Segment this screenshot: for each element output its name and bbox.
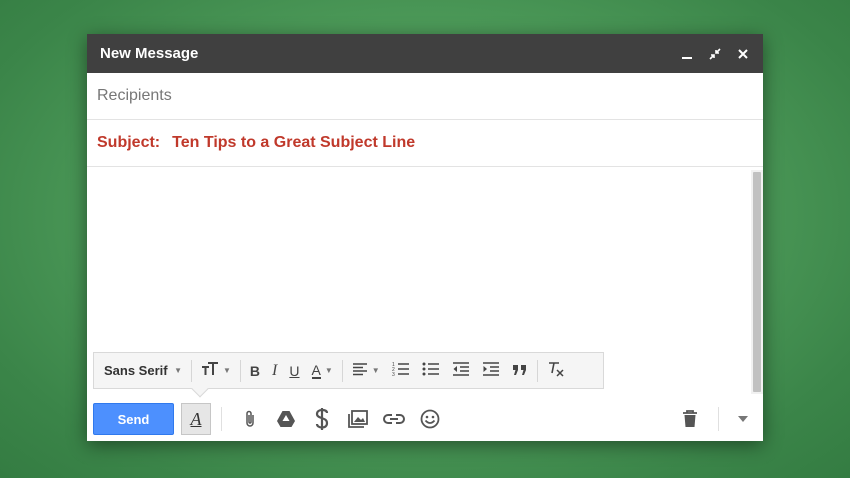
indent-more-icon bbox=[482, 362, 500, 379]
toolbar-divider bbox=[536, 359, 538, 382]
chevron-down-icon: ▼ bbox=[223, 366, 231, 375]
drive-icon[interactable] bbox=[268, 403, 304, 435]
align-left-icon bbox=[352, 362, 368, 379]
indent-less-button[interactable] bbox=[446, 358, 476, 384]
recipients-field[interactable]: Recipients bbox=[87, 73, 763, 120]
scrollbar-thumb[interactable] bbox=[753, 172, 761, 392]
underline-button[interactable]: U bbox=[283, 358, 305, 384]
toolbar-divider bbox=[239, 359, 241, 382]
compose-title: New Message bbox=[100, 45, 199, 62]
indent-less-icon bbox=[452, 362, 470, 379]
more-options-icon[interactable] bbox=[729, 403, 757, 435]
bold-button[interactable]: B bbox=[244, 358, 266, 384]
subject-value[interactable]: Ten Tips to a Great Subject Line bbox=[172, 134, 415, 152]
subject-field[interactable]: Subject: Ten Tips to a Great Subject Lin… bbox=[87, 120, 763, 167]
quote-icon bbox=[512, 363, 528, 379]
link-icon[interactable] bbox=[376, 403, 412, 435]
window-controls bbox=[680, 47, 750, 61]
chevron-down-icon: ▼ bbox=[174, 366, 182, 375]
attach-icon[interactable] bbox=[232, 403, 268, 435]
numbered-list-icon: 123 bbox=[392, 361, 410, 380]
clear-formatting-icon bbox=[547, 361, 565, 380]
formatting-toolbar: Sans Serif ▼ ▼ B I U A ▼ ▼ 1 2 3 bbox=[93, 352, 604, 398]
chevron-down-icon: ▼ bbox=[324, 366, 333, 375]
subject-label: Subject: bbox=[97, 134, 161, 151]
font-size-button[interactable]: ▼ bbox=[195, 358, 237, 384]
chevron-down-icon: ▼ bbox=[371, 366, 380, 375]
font-family-select[interactable]: Sans Serif ▼ bbox=[98, 358, 188, 384]
toolbar-divider bbox=[191, 359, 192, 382]
text-color-button[interactable]: A ▼ bbox=[306, 358, 339, 384]
compose-titlebar[interactable]: New Message bbox=[87, 34, 763, 73]
underline-label: U bbox=[289, 362, 300, 379]
compose-window: New Message Recipients Subject: Ten Tips… bbox=[87, 34, 763, 441]
action-divider bbox=[221, 407, 222, 431]
pop-out-icon[interactable] bbox=[708, 47, 722, 61]
align-button[interactable]: ▼ bbox=[346, 358, 386, 384]
close-icon[interactable] bbox=[736, 47, 750, 61]
remove-formatting-button[interactable] bbox=[541, 358, 571, 384]
bulleted-list-button[interactable] bbox=[416, 358, 446, 384]
bold-label: B bbox=[249, 362, 261, 379]
formatting-options-toggle[interactable]: A bbox=[181, 403, 211, 435]
indent-more-button[interactable] bbox=[476, 358, 506, 384]
send-button[interactable]: Send bbox=[93, 403, 174, 435]
italic-label: I bbox=[272, 361, 278, 379]
italic-button[interactable]: I bbox=[266, 358, 283, 384]
quote-button[interactable] bbox=[506, 358, 534, 384]
action-divider bbox=[718, 407, 719, 431]
font-family-value: Sans Serif bbox=[104, 363, 168, 378]
numbered-list-button[interactable]: 123 bbox=[386, 358, 416, 384]
bulleted-list-icon bbox=[422, 361, 440, 380]
compose-action-bar: Send A bbox=[87, 397, 763, 441]
trash-icon[interactable] bbox=[672, 403, 708, 435]
emoji-icon[interactable] bbox=[412, 403, 448, 435]
money-icon[interactable] bbox=[304, 403, 340, 435]
photo-icon[interactable] bbox=[340, 403, 376, 435]
svg-text:3: 3 bbox=[392, 372, 395, 377]
text-size-icon bbox=[201, 362, 219, 379]
recipients-placeholder: Recipients bbox=[97, 87, 172, 104]
text-color-label: A bbox=[311, 361, 321, 379]
body-scrollbar[interactable] bbox=[751, 170, 763, 394]
toolbar-divider bbox=[341, 359, 343, 382]
minimize-icon[interactable] bbox=[680, 47, 694, 61]
